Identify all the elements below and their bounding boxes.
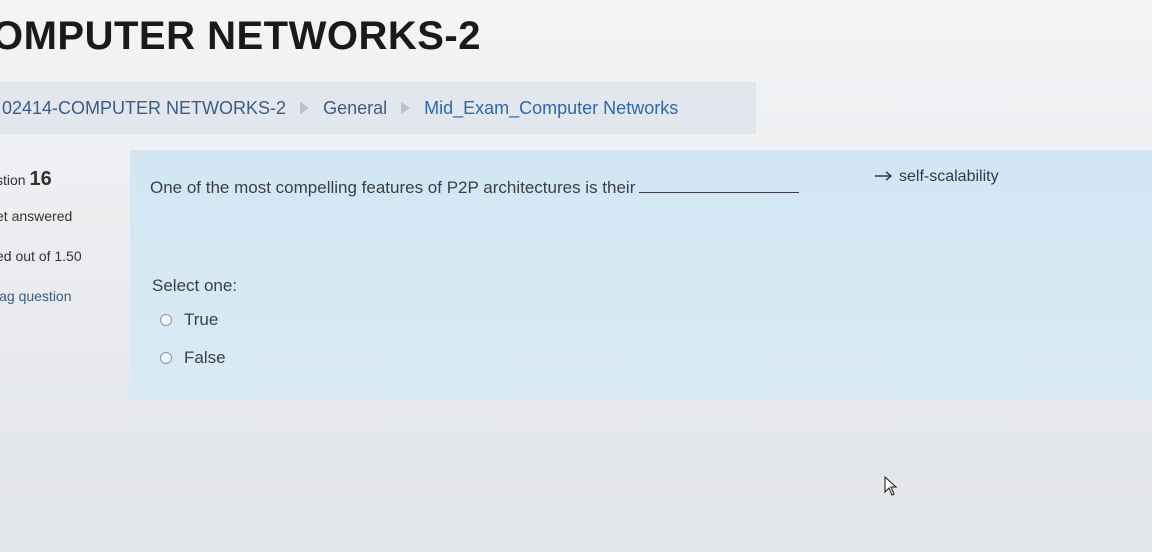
mouse-pointer-icon bbox=[884, 476, 898, 496]
arrow-right-icon bbox=[875, 168, 893, 186]
breadcrumb-general-link[interactable]: General bbox=[323, 98, 387, 119]
option-false-label: False bbox=[184, 348, 226, 367]
question-number: stion 16 bbox=[0, 168, 52, 191]
question-grade: ed out of 1.50 bbox=[0, 248, 82, 264]
select-one-prompt: Select one: bbox=[152, 276, 238, 295]
radio-true[interactable] bbox=[160, 314, 172, 326]
flag-question-link[interactable]: lag question bbox=[0, 288, 72, 304]
option-true-label: True bbox=[184, 310, 219, 329]
breadcrumb-arrow-icon bbox=[300, 102, 310, 114]
answer-blank bbox=[639, 192, 800, 193]
question-state: et answered bbox=[0, 208, 73, 224]
question-text: One of the most compelling features of P… bbox=[150, 178, 800, 198]
breadcrumb-arrow-icon bbox=[401, 102, 411, 114]
option-true[interactable]: True bbox=[160, 310, 218, 330]
annotation-text: self-scalability bbox=[899, 168, 999, 185]
breadcrumb-course-link[interactable]: 02414-COMPUTER NETWORKS-2 bbox=[2, 98, 286, 119]
question-number-prefix: stion bbox=[0, 172, 26, 188]
breadcrumb-exam-link[interactable]: Mid_Exam_Computer Networks bbox=[424, 98, 678, 119]
course-title: OMPUTER NETWORKS-2 bbox=[0, 14, 481, 58]
question-text-body: One of the most compelling features of P… bbox=[150, 178, 636, 197]
option-false[interactable]: False bbox=[160, 348, 226, 368]
radio-false[interactable] bbox=[160, 352, 172, 364]
question-number-value: 16 bbox=[29, 168, 52, 190]
handwritten-annotation: self-scalability bbox=[875, 168, 999, 186]
breadcrumb: 02414-COMPUTER NETWORKS-2 General Mid_Ex… bbox=[0, 82, 756, 134]
question-content: One of the most compelling features of P… bbox=[130, 150, 1152, 400]
quiz-page: OMPUTER NETWORKS-2 02414-COMPUTER NETWOR… bbox=[0, 0, 1152, 552]
